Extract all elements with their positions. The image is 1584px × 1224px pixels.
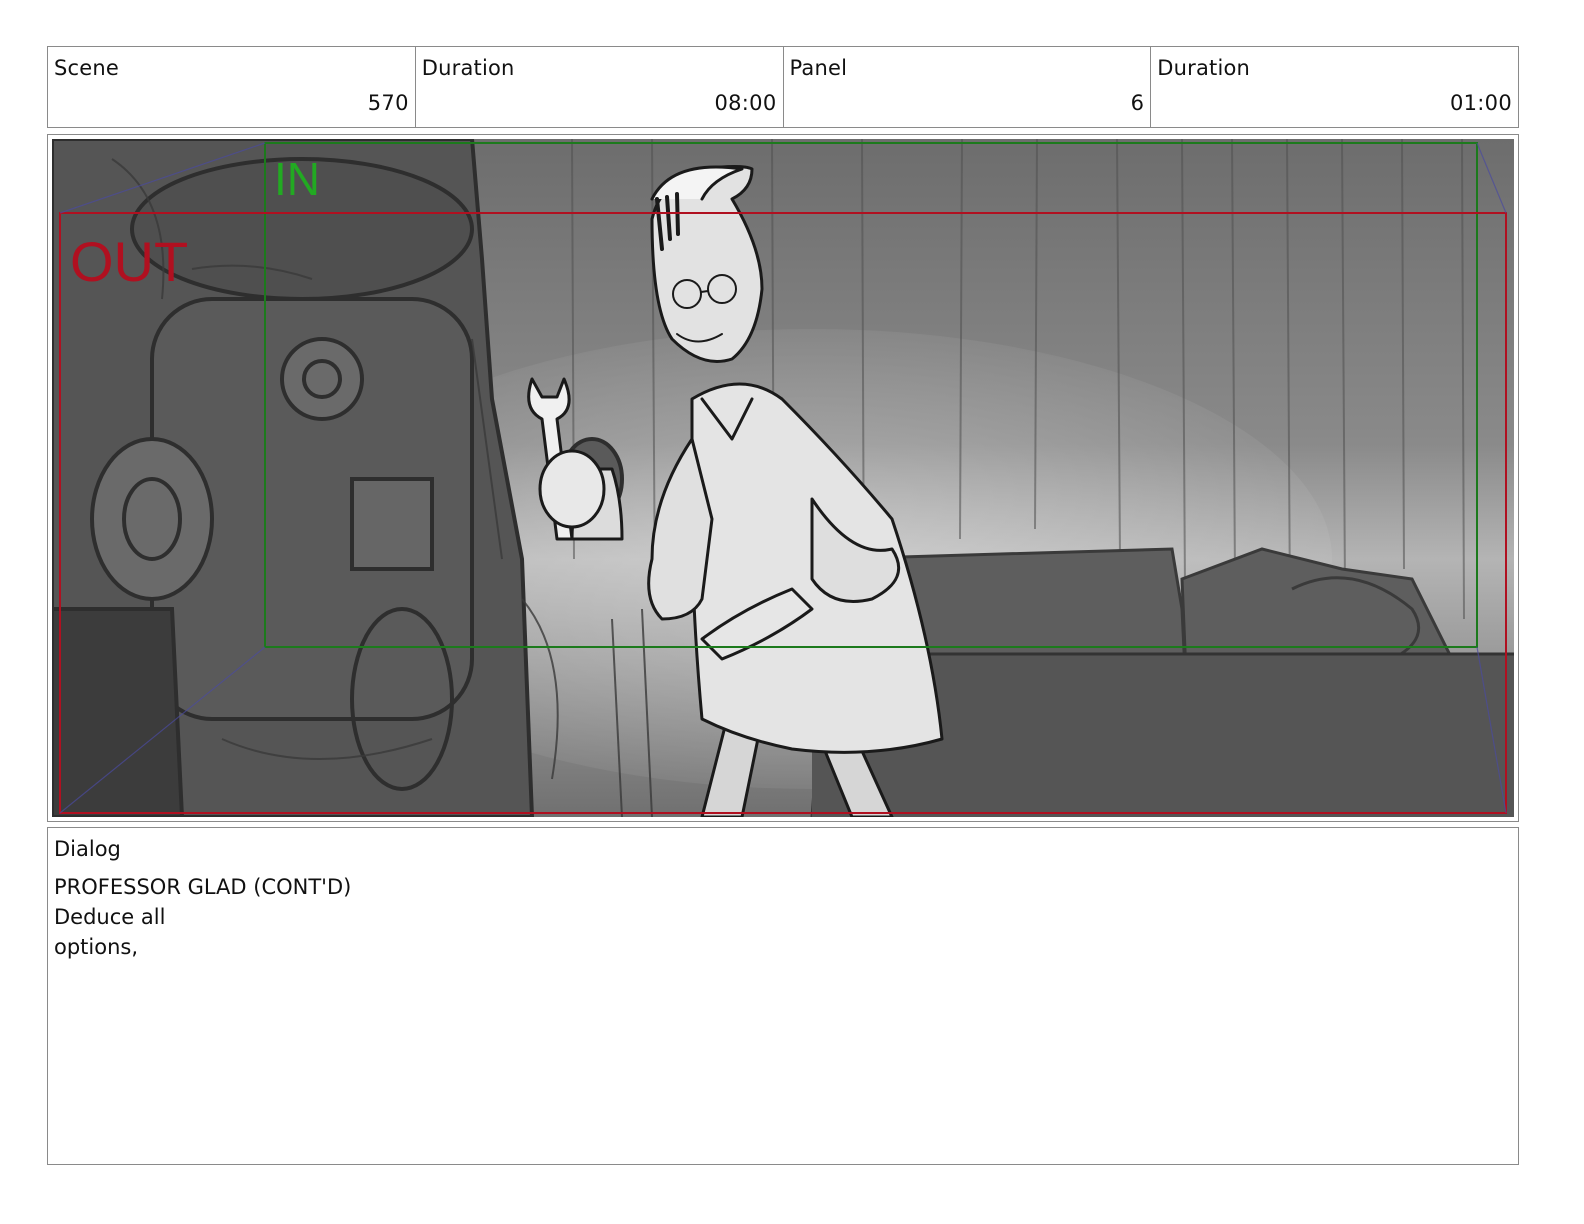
scene-label: Scene <box>54 56 120 80</box>
panel-info-header: Scene 570 Duration 08:00 Panel 6 Duratio… <box>47 46 1519 128</box>
scene-cell: Scene 570 <box>48 47 416 127</box>
panel-duration-cell: Duration 01:00 <box>1151 47 1518 127</box>
dialog-line: PROFESSOR GLAD (CONT'D) <box>54 875 352 899</box>
storyboard-panel: IN OUT <box>47 134 1519 822</box>
scene-duration-cell: Duration 08:00 <box>416 47 784 127</box>
panel-cell: Panel 6 <box>784 47 1152 127</box>
panel-duration-value: 01:00 <box>1449 91 1512 115</box>
dialog-label: Dialog <box>54 837 121 861</box>
dialog-box: Dialog PROFESSOR GLAD (CONT'D) Deduce al… <box>47 827 1519 1165</box>
in-frame-label: IN <box>274 153 320 205</box>
panel-label: Panel <box>789 56 848 80</box>
dialog-line: Deduce all <box>54 905 166 929</box>
scene-duration-value: 08:00 <box>714 91 777 115</box>
panel-number: 6 <box>1130 91 1145 115</box>
storyboard-sketch: IN OUT <box>52 139 1514 817</box>
scene-duration-label: Duration <box>421 56 515 80</box>
scene-number: 570 <box>367 91 409 115</box>
out-frame-label: OUT <box>70 230 188 293</box>
dialog-text: PROFESSOR GLAD (CONT'D) Deduce all optio… <box>54 872 351 962</box>
dialog-line: options, <box>54 935 139 959</box>
panel-duration-label: Duration <box>1157 56 1251 80</box>
